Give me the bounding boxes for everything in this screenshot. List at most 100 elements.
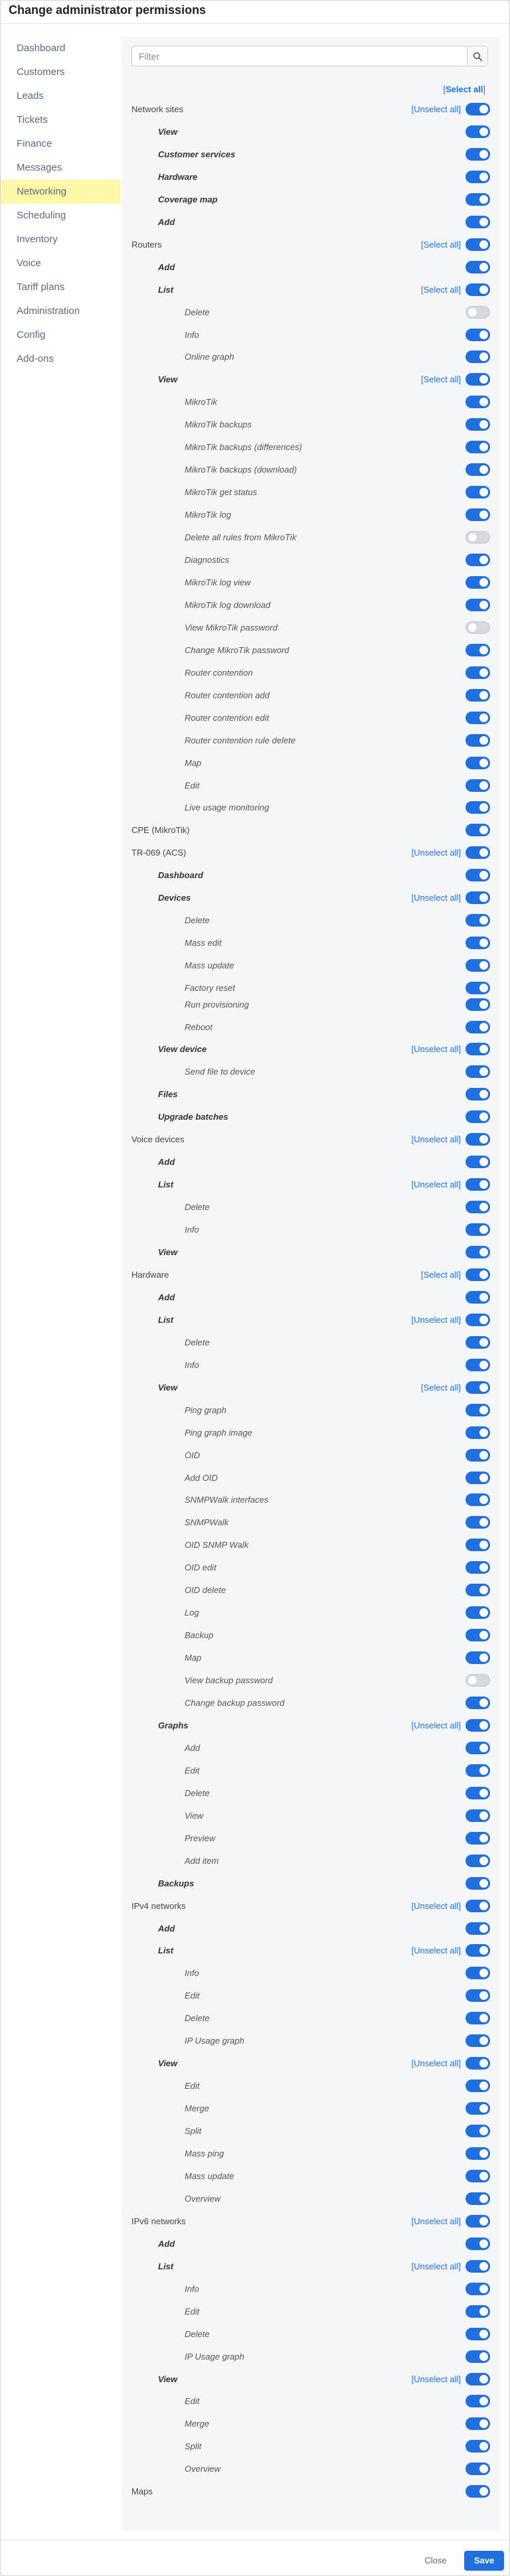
permission-toggle[interactable] <box>466 1403 490 1416</box>
filter-input[interactable] <box>132 46 464 66</box>
permission-toggle[interactable] <box>466 1201 490 1214</box>
permission-toggle[interactable] <box>466 1899 490 1912</box>
permission-toggle[interactable] <box>466 1764 490 1777</box>
permission-toggle[interactable] <box>466 1854 490 1867</box>
permission-toggle[interactable] <box>466 2192 490 2205</box>
permission-toggle[interactable] <box>466 1223 490 1237</box>
permission-toggle[interactable] <box>466 1133 490 1146</box>
sidebar-item-inventory[interactable]: Inventory <box>1 228 120 252</box>
close-button[interactable]: Close <box>418 2551 454 2571</box>
permission-toggle[interactable] <box>466 2350 490 2363</box>
select-all-link[interactable]: [Select all] <box>421 1264 461 1286</box>
permission-toggle[interactable] <box>466 1178 490 1191</box>
permission-toggle[interactable] <box>466 575 490 589</box>
sidebar-item-config[interactable]: Config <box>1 323 120 347</box>
permission-toggle[interactable] <box>466 2057 490 2070</box>
permission-toggle[interactable] <box>466 170 490 183</box>
permission-toggle[interactable] <box>466 688 490 702</box>
permission-toggle[interactable] <box>466 1674 490 1687</box>
permission-toggle[interactable] <box>466 1741 490 1754</box>
unselect-all-link[interactable]: [Unselect all] <box>412 2255 461 2277</box>
permission-toggle[interactable] <box>466 2125 490 2138</box>
sidebar-item-tickets[interactable]: Tickets <box>1 108 120 132</box>
permission-toggle[interactable] <box>466 2214 490 2228</box>
permission-toggle[interactable] <box>466 1718 490 1732</box>
select-all-link[interactable]: [Select all] <box>443 84 485 94</box>
permission-toggle[interactable] <box>466 328 490 341</box>
permission-toggle[interactable] <box>466 305 490 319</box>
unselect-all-link[interactable]: [Unselect all] <box>412 842 461 864</box>
sidebar-item-customers[interactable]: Customers <box>1 60 120 84</box>
permission-toggle[interactable] <box>466 1561 490 1574</box>
permission-toggle[interactable] <box>466 598 490 611</box>
permission-toggle[interactable] <box>466 914 490 927</box>
permission-toggle[interactable] <box>466 2462 490 2476</box>
sidebar-item-dashboard[interactable]: Dashboard <box>1 37 120 60</box>
sidebar-item-networking[interactable]: Networking <box>1 180 120 204</box>
sidebar-item-voice[interactable]: Voice <box>1 252 120 275</box>
permission-toggle[interactable] <box>466 937 490 950</box>
permission-toggle[interactable] <box>466 621 490 634</box>
permission-toggle[interactable] <box>466 1448 490 1462</box>
permission-toggle[interactable] <box>466 733 490 747</box>
permission-toggle[interactable] <box>466 1876 490 1890</box>
permission-toggle[interactable] <box>466 1651 490 1665</box>
permission-toggle[interactable] <box>466 1156 490 1169</box>
permission-toggle[interactable] <box>466 2282 490 2295</box>
permission-toggle[interactable] <box>466 982 490 995</box>
unselect-all-link[interactable]: [Unselect all] <box>412 2210 461 2232</box>
unselect-all-link[interactable]: [Unselect all] <box>412 1939 461 1961</box>
permission-toggle[interactable] <box>466 2169 490 2182</box>
permission-toggle[interactable] <box>466 350 490 364</box>
sidebar-item-finance[interactable]: Finance <box>1 132 120 156</box>
save-button[interactable]: Save <box>464 2551 504 2571</box>
permission-toggle[interactable] <box>466 824 490 837</box>
permission-toggle[interactable] <box>466 463 490 477</box>
permission-toggle[interactable] <box>466 2012 490 2025</box>
select-all-link[interactable]: [Select all] <box>421 1377 461 1399</box>
permission-toggle[interactable] <box>466 147 490 161</box>
permission-toggle[interactable] <box>466 2259 490 2273</box>
unselect-all-link[interactable]: [Unselect all] <box>412 1174 461 1195</box>
permission-toggle[interactable] <box>466 998 490 1011</box>
permission-toggle[interactable] <box>466 1493 490 1507</box>
permission-toggle[interactable] <box>466 238 490 251</box>
permission-toggle[interactable] <box>466 396 490 409</box>
permission-toggle[interactable] <box>466 846 490 860</box>
permission-toggle[interactable] <box>466 508 490 522</box>
permission-toggle[interactable] <box>466 711 490 724</box>
permission-toggle[interactable] <box>466 801 490 814</box>
permission-toggle[interactable] <box>466 1426 490 1439</box>
unselect-all-link[interactable]: [Unselect all] <box>412 2052 461 2074</box>
permission-toggle[interactable] <box>466 1335 490 1349</box>
permission-toggle[interactable] <box>466 1786 490 1799</box>
sidebar-item-messages[interactable]: Messages <box>1 156 120 180</box>
sidebar-item-administration[interactable]: Administration <box>1 299 120 323</box>
unselect-all-link[interactable]: [Unselect all] <box>412 1714 461 1736</box>
unselect-all-link[interactable]: [Unselect all] <box>412 1895 461 1917</box>
select-all-link[interactable]: [Select all] <box>421 279 461 301</box>
permission-toggle[interactable] <box>466 2417 490 2431</box>
unselect-all-link[interactable]: [Unselect all] <box>412 887 461 909</box>
permission-toggle[interactable] <box>466 125 490 138</box>
select-all-link[interactable]: [Select all] <box>421 368 461 390</box>
permission-toggle[interactable] <box>466 1922 490 1935</box>
permission-toggle[interactable] <box>466 1268 490 1281</box>
permission-toggle[interactable] <box>466 192 490 206</box>
sidebar-item-scheduling[interactable]: Scheduling <box>1 204 120 228</box>
permission-toggle[interactable] <box>466 1088 490 1101</box>
unselect-all-link[interactable]: [Unselect all] <box>412 98 461 120</box>
permission-toggle[interactable] <box>466 1246 490 1258</box>
permission-toggle[interactable] <box>466 1043 490 1056</box>
permission-toggle[interactable] <box>466 2305 490 2318</box>
unselect-all-link[interactable]: [Unselect all] <box>412 1038 461 1060</box>
permission-toggle[interactable] <box>466 486 490 499</box>
sidebar-item-leads[interactable]: Leads <box>1 84 120 108</box>
permission-toggle[interactable] <box>466 2237 490 2250</box>
permission-toggle[interactable] <box>466 2485 490 2498</box>
permission-toggle[interactable] <box>466 2147 490 2160</box>
sidebar-item-add-ons[interactable]: Add-ons <box>1 347 120 371</box>
permission-toggle[interactable] <box>466 418 490 431</box>
permission-toggle[interactable] <box>466 2080 490 2093</box>
permission-toggle[interactable] <box>466 643 490 656</box>
